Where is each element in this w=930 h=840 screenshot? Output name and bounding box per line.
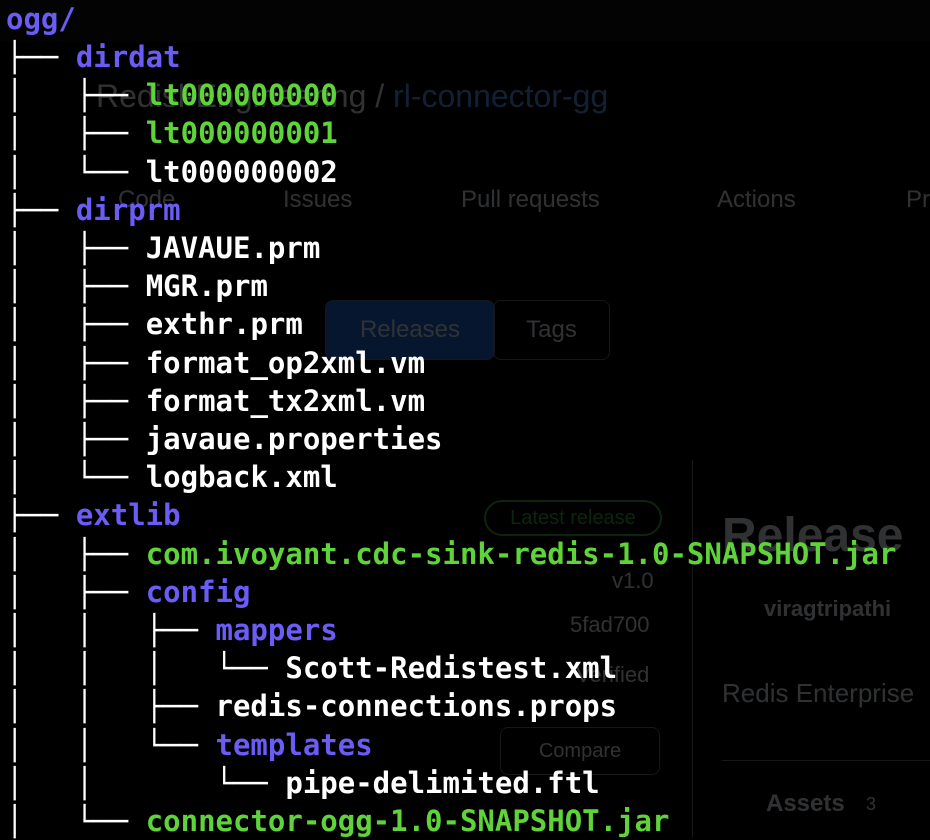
tree-branch-prefix: │ │ └── (6, 727, 216, 762)
tree-row: │ └── lt000000002 (6, 153, 338, 191)
tab-actions[interactable]: Actions (717, 186, 796, 214)
assets-label[interactable]: Assets (766, 790, 845, 818)
tree-file-name: redis-connections.props (215, 689, 618, 724)
tree-row: ├── extlib (6, 496, 181, 534)
tree-root: ogg/ (6, 2, 76, 36)
assets-count: 3 (866, 794, 877, 814)
github-top-bar (0, 0, 930, 42)
tree-file-name: pipe-delimited.ftl (285, 765, 600, 800)
repo-name: rl-connector-gg (393, 78, 609, 114)
repo-separator: / (375, 78, 385, 114)
tree-row: │ ├── com.ivoyant.cdc-sink-redis-1.0-SNA… (6, 535, 896, 573)
tree-file-name: lt000000000 (145, 78, 338, 113)
tree-directory-name: templates (215, 727, 373, 762)
tree-file-name: MGR.prm (145, 269, 268, 304)
tree-branch-prefix: │ ├── (6, 536, 146, 571)
tree-row: │ ├── MGR.prm (6, 267, 268, 305)
tree-row: │ │ └── pipe-delimited.ftl (6, 764, 600, 802)
tree-row: │ │ ├── mappers (6, 611, 338, 649)
tree-row: │ ├── javaue.properties (6, 420, 443, 458)
divider (722, 760, 930, 761)
tree-row: │ │ ├── redis-connections.props (6, 687, 617, 725)
tree-directory-name: dirprm (75, 192, 181, 227)
tree-row: │ │ └── templates (6, 726, 373, 764)
tree-branch-prefix: │ ├── (6, 307, 146, 342)
tree-row: │ │ │ └── Scott-Redistest.xml (6, 649, 617, 687)
tree-file-name: com.ivoyant.cdc-sink-redis-1.0-SNAPSHOT.… (145, 536, 897, 571)
tree-row: │ ├── exthr.prm (6, 305, 303, 343)
tree-file-name: format_tx2xml.vm (145, 383, 426, 418)
author-label[interactable]: viragtripathi (764, 596, 891, 622)
tree-file-name: lt000000002 (145, 154, 338, 189)
tree-branch-prefix: │ │ │ └── (6, 651, 286, 686)
tab-projects[interactable]: Pr (906, 186, 930, 214)
tree-file-name: lt000000001 (145, 116, 338, 151)
tree-branch-prefix: │ ├── (6, 269, 146, 304)
tree-branch-prefix: │ ├── (6, 78, 146, 113)
latest-release-badge: Latest release (484, 500, 662, 536)
release-description: Redis Enterprise (722, 678, 915, 708)
tree-branch-prefix: │ └── (6, 154, 146, 189)
tree-row: │ ├── format_tx2xml.vm (6, 382, 425, 420)
tree-branch-prefix: │ ├── (6, 231, 146, 265)
commit-label[interactable]: 5fad700 (570, 612, 650, 638)
tree-directory-name: config (145, 574, 251, 609)
tree-file-name: format_op2xml.vm (145, 345, 426, 380)
tree-branch-prefix: │ └── (6, 460, 146, 495)
tree-row: │ ├── config (6, 573, 250, 611)
tree-row: │ └── logback.xml (6, 458, 338, 496)
tags-toggle-button[interactable]: Tags (493, 300, 610, 360)
tree-file-name: JAVAUE.prm (145, 231, 321, 265)
tree-branch-prefix: │ │ ├── (6, 613, 216, 647)
tree-file-name: exthr.prm (145, 307, 303, 342)
tree-row: │ ├── lt000000001 (6, 114, 338, 152)
tree-branch-prefix: │ │ ├── (6, 689, 216, 724)
tree-file-name: Scott-Redistest.xml (285, 651, 618, 686)
tree-directory-name: mappers (215, 613, 338, 647)
tree-branch-prefix: │ ├── (6, 574, 146, 609)
tree-branch-prefix: ├── (6, 192, 76, 227)
tree-branch-prefix: ├── (6, 40, 76, 74)
tree-directory-name: extlib (75, 498, 181, 533)
tree-file-name: logback.xml (145, 460, 338, 495)
tree-directory-name: dirdat (75, 40, 181, 74)
tree-row: │ ├── format_op2xml.vm (6, 344, 425, 382)
tree-branch-prefix: │ ├── (6, 383, 146, 418)
tree-branch-prefix: │ │ └── (6, 765, 286, 800)
tree-row: │ └── connector-ogg-1.0-SNAPSHOT.jar (6, 802, 669, 840)
divider (692, 460, 693, 838)
tree-file-name: connector-ogg-1.0-SNAPSHOT.jar (145, 804, 670, 838)
tree-row: │ ├── lt000000000 (6, 76, 338, 114)
tab-pull-requests[interactable]: Pull requests (461, 186, 600, 214)
tree-branch-prefix: │ ├── (6, 345, 146, 380)
tree-file-name: javaue.properties (145, 422, 443, 456)
tree-row: │ ├── JAVAUE.prm (6, 229, 320, 267)
tree-branch-prefix: │ ├── (6, 116, 146, 151)
tree-branch-prefix: │ └── (6, 804, 146, 838)
tree-row: ├── dirprm (6, 191, 181, 229)
tree-branch-prefix: ├── (6, 498, 76, 533)
tree-row: ├── dirdat (6, 38, 181, 76)
tree-branch-prefix: │ ├── (6, 422, 146, 456)
